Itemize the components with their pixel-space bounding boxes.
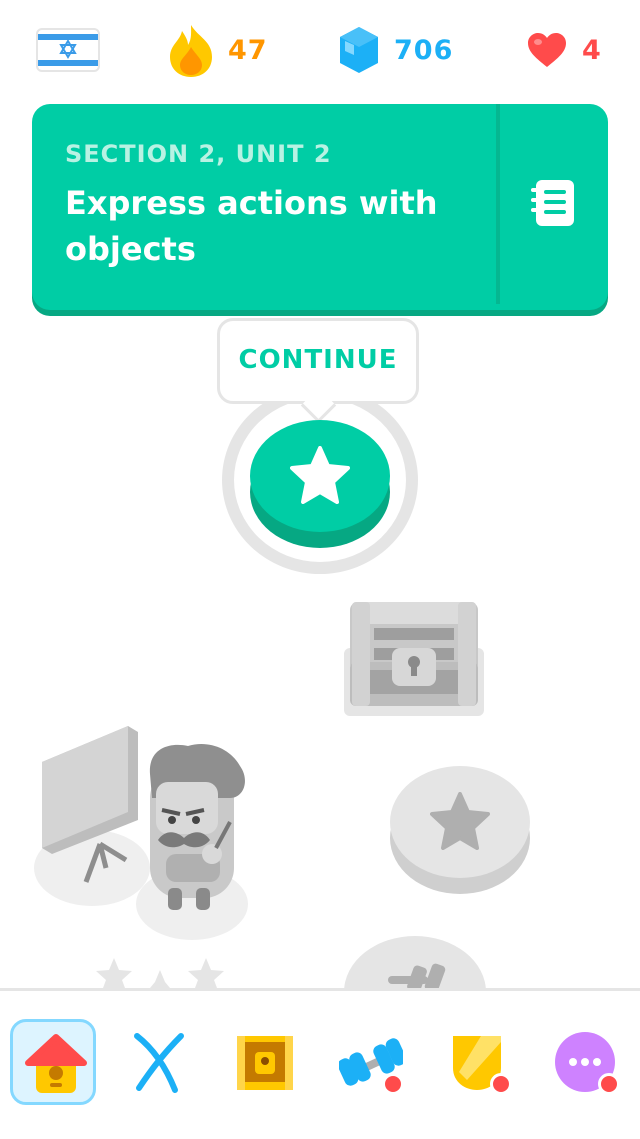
continue-tooltip[interactable]: CONTINUE <box>217 318 419 424</box>
banner-divider <box>496 104 500 304</box>
nav-characters[interactable] <box>116 1019 202 1105</box>
character-oscar-with-easel <box>34 726 248 940</box>
course-flag-israel-icon[interactable] <box>36 28 100 72</box>
leaderboards-notification-dot <box>490 1073 512 1095</box>
streak-count: 47 <box>228 34 268 66</box>
unit-title: Express actions with objects <box>65 184 438 268</box>
unit-section-label: SECTION 2, UNIT 2 <box>65 140 332 168</box>
lesson-node-locked[interactable] <box>390 766 530 894</box>
gems-count: 706 <box>394 34 454 66</box>
flame-icon <box>170 25 212 77</box>
bottom-navigation <box>0 988 640 1139</box>
hearts-count: 4 <box>582 34 602 66</box>
lesson-node-active[interactable] <box>250 420 390 548</box>
unit-banner[interactable]: SECTION 2, UNIT 2 Express actions with o… <box>32 104 608 310</box>
chest-icon <box>237 1036 293 1090</box>
star-icon <box>290 446 350 504</box>
continue-label: CONTINUE <box>238 345 398 375</box>
home-icon <box>25 1034 87 1093</box>
gems-counter[interactable]: 706 <box>338 22 453 78</box>
heart-icon <box>528 33 566 67</box>
nav-treasure[interactable] <box>222 1019 308 1105</box>
top-stats-bar: 47 706 4 <box>0 0 640 100</box>
dumbbell-icon <box>388 963 446 988</box>
lesson-node-locked-partial[interactable] <box>344 936 486 988</box>
more-notification-dot <box>598 1073 620 1095</box>
nav-practice[interactable] <box>328 1019 414 1105</box>
nav-home[interactable] <box>10 1019 96 1105</box>
treasure-chest-icon[interactable] <box>340 598 488 720</box>
nav-more[interactable] <box>542 1019 628 1105</box>
streak-counter[interactable]: 47 <box>168 22 268 78</box>
hearts-counter[interactable]: 4 <box>526 22 602 78</box>
nav-leaderboards[interactable] <box>434 1019 520 1105</box>
locked-stars-icon <box>96 958 224 988</box>
guidebook-icon[interactable] <box>528 176 578 232</box>
alphabet-icon <box>134 1033 184 1093</box>
gem-icon <box>340 27 378 73</box>
practice-notification-dot <box>382 1073 404 1095</box>
star-icon <box>430 792 490 850</box>
